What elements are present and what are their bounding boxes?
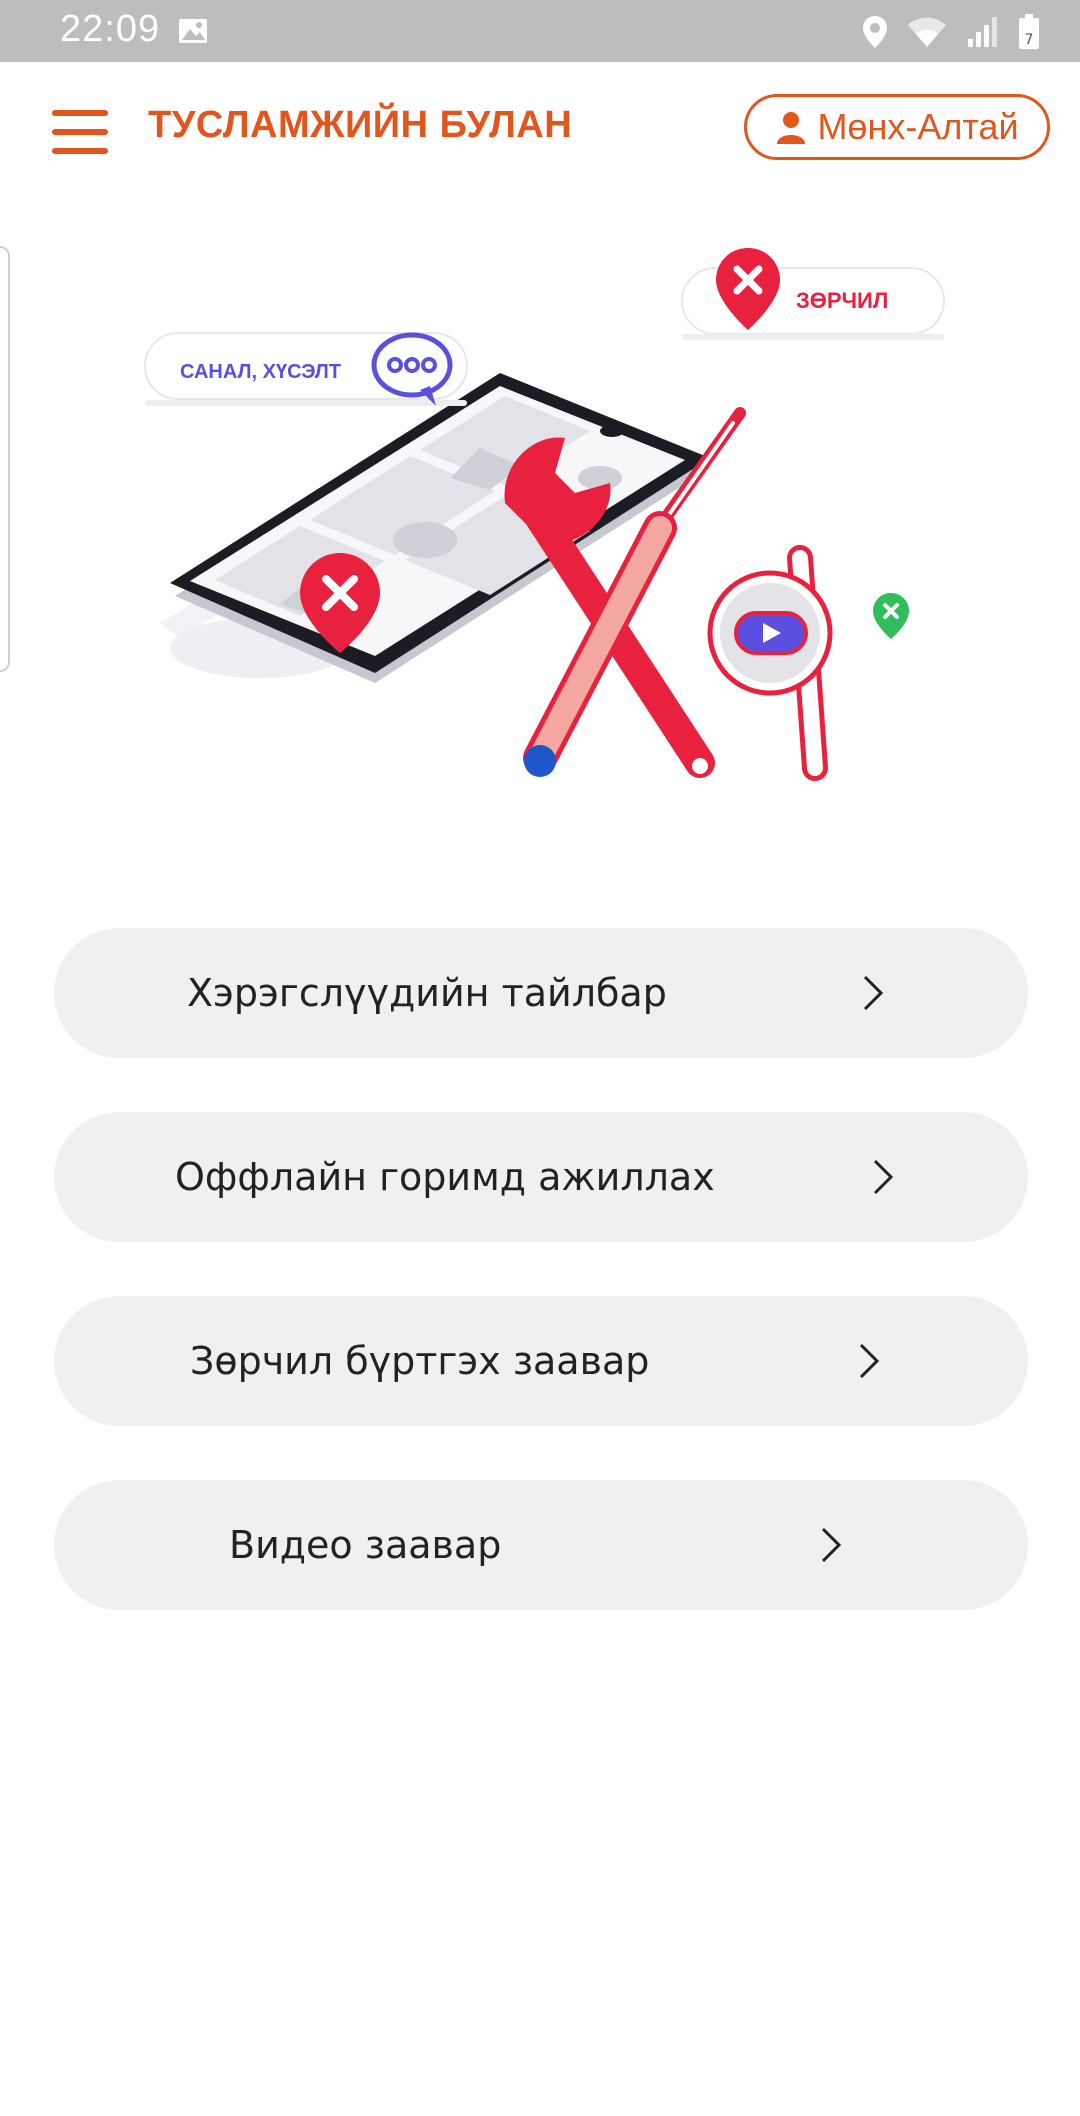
menu-item-label: Хэрэгслүүдийн тайлбар bbox=[187, 971, 667, 1015]
signal-icon bbox=[968, 17, 997, 47]
status-time: 22:09 bbox=[60, 8, 161, 50]
menu-item-label: Видео заавар bbox=[229, 1523, 502, 1567]
green-pin-icon bbox=[873, 593, 909, 639]
menu-icon-bar bbox=[52, 129, 108, 135]
violation-bubble: ЗӨРЧИЛ bbox=[681, 248, 945, 340]
user-icon bbox=[777, 112, 806, 144]
menu-item-violation-guide[interactable]: Зөрчил бүртгэх заавар bbox=[54, 1296, 1028, 1426]
svg-text:7: 7 bbox=[1025, 32, 1034, 48]
app-header: ТУСЛАМЖИЙН БУЛАН Мөнх-Алтай bbox=[0, 62, 1080, 202]
violation-label: ЗӨРЧИЛ bbox=[796, 288, 888, 313]
wifi-icon bbox=[908, 17, 946, 47]
help-illustration: САНАЛ, ХҮСЭЛТ ЗӨРЧИЛ bbox=[144, 248, 945, 781]
menu-item-label: Оффлайн горимд ажиллах bbox=[175, 1155, 715, 1199]
feedback-label: САНАЛ, ХҮСЭЛТ bbox=[180, 361, 341, 383]
menu-item-label: Зөрчил бүртгэх заавар bbox=[190, 1339, 650, 1383]
feedback-bubble: САНАЛ, ХҮСЭЛТ bbox=[144, 332, 468, 406]
side-drawer-handle[interactable] bbox=[0, 246, 10, 672]
menu-icon bbox=[52, 110, 108, 116]
image-icon bbox=[179, 19, 207, 43]
chevron-right-icon bbox=[821, 1527, 842, 1563]
page-title: ТУСЛАМЖИЙН БУЛАН bbox=[148, 104, 573, 146]
help-menu-list: Хэрэгслүүдийн тайлбар Оффлайн горимд ажи… bbox=[54, 928, 1028, 1664]
hamburger-menu-button[interactable] bbox=[52, 110, 108, 154]
status-bar: 22:09 7 bbox=[0, 0, 1080, 62]
menu-icon-bar bbox=[52, 148, 108, 154]
status-icons: 7 bbox=[862, 14, 1040, 50]
menu-item-offline-mode[interactable]: Оффлайн горимд ажиллах bbox=[54, 1112, 1028, 1242]
user-profile-button[interactable]: Мөнх-Алтай bbox=[744, 94, 1050, 160]
location-icon bbox=[863, 16, 887, 48]
chevron-right-icon bbox=[859, 1343, 880, 1379]
menu-item-tools-description[interactable]: Хэрэгслүүдийн тайлбар bbox=[54, 928, 1028, 1058]
chevron-right-icon bbox=[873, 1159, 894, 1195]
menu-item-video-guide[interactable]: Видео заавар bbox=[54, 1480, 1028, 1610]
user-name: Мөнх-Алтай bbox=[817, 106, 1019, 147]
chevron-right-icon bbox=[863, 975, 884, 1011]
battery-icon: 7 bbox=[1019, 14, 1039, 49]
magnifier-video-icon bbox=[707, 545, 833, 781]
